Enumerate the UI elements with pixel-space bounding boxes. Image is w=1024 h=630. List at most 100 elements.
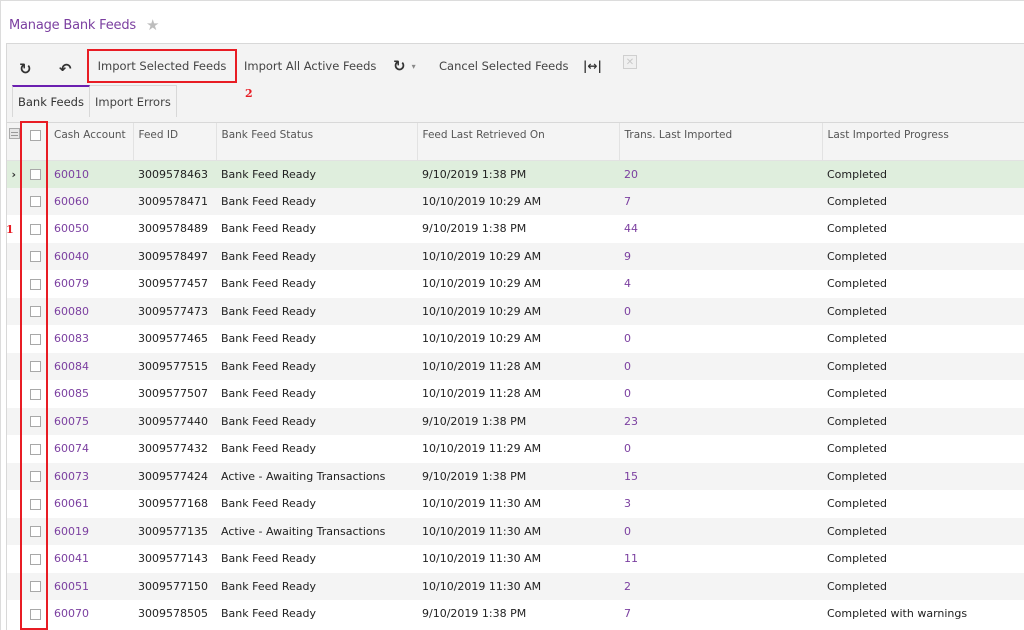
cash-account-link[interactable]: 60019 <box>54 525 89 538</box>
table-row[interactable]: 60061 3009577168 Bank Feed Ready 10/10/2019… <box>7 490 1024 518</box>
row-checkbox[interactable] <box>29 278 41 290</box>
trans-last-imported-link[interactable]: 44 <box>624 222 638 235</box>
row-checkbox[interactable] <box>29 553 41 565</box>
table-row[interactable]: 60051 3009577150 Bank Feed Ready 10/10/2019… <box>7 572 1024 600</box>
row-select-cell[interactable] <box>21 517 49 545</box>
table-row[interactable]: 60075 3009577440 Bank Feed Ready 9/10/2019 … <box>7 407 1024 435</box>
trans-last-imported-link[interactable]: 0 <box>624 442 631 455</box>
row-select-cell[interactable] <box>21 380 49 408</box>
trans-last-imported-cell[interactable]: 0 <box>619 352 822 380</box>
row-checkbox[interactable] <box>29 581 41 593</box>
trans-last-imported-link[interactable]: 7 <box>624 195 631 208</box>
trans-last-imported-link[interactable]: 9 <box>624 250 631 263</box>
cash-account-link[interactable]: 60041 <box>54 552 89 565</box>
trans-last-imported-cell[interactable]: 4 <box>619 270 822 298</box>
row-checkbox[interactable] <box>29 251 41 263</box>
row-select-cell[interactable] <box>21 160 49 188</box>
row-select-cell[interactable] <box>21 462 49 490</box>
trans-last-imported-cell[interactable]: 44 <box>619 215 822 243</box>
trans-last-imported-cell[interactable]: 15 <box>619 462 822 490</box>
cash-account-cell[interactable]: 60050 <box>49 215 133 243</box>
cash-account-cell[interactable]: 60040 <box>49 242 133 270</box>
trans-last-imported-link[interactable]: 0 <box>624 305 631 318</box>
cash-account-link[interactable]: 60083 <box>54 332 89 345</box>
table-row[interactable]: 60073 3009577424 Active - Awaiting Transac… <box>7 462 1024 490</box>
trans-last-imported-cell[interactable]: 2 <box>619 572 822 600</box>
row-checkbox[interactable] <box>29 416 41 428</box>
row-select-cell[interactable] <box>21 187 49 215</box>
cash-account-link[interactable]: 60040 <box>54 250 89 263</box>
row-checkbox[interactable] <box>29 526 41 538</box>
table-row[interactable]: › 60010 3009578463 Bank Feed Ready 9/10/2019… <box>7 160 1024 188</box>
cash-account-cell[interactable]: 60079 <box>49 270 133 298</box>
trans-last-imported-cell[interactable]: 0 <box>619 435 822 463</box>
row-settings-header[interactable] <box>7 123 22 161</box>
trans-last-imported-link[interactable]: 2 <box>624 580 631 593</box>
trans-last-imported-link[interactable]: 0 <box>624 360 631 373</box>
trans-last-imported-link[interactable]: 15 <box>624 470 638 483</box>
row-checkbox[interactable] <box>29 169 41 180</box>
tab-bank-feeds[interactable]: Bank Feeds <box>12 85 90 117</box>
cash-account-link[interactable]: 60060 <box>54 195 89 208</box>
row-select-cell[interactable] <box>21 545 49 573</box>
grid-settings-icon[interactable] <box>9 128 20 139</box>
cash-account-cell[interactable]: 60019 <box>49 517 133 545</box>
cash-account-cell[interactable]: 60073 <box>49 462 133 490</box>
cash-account-link[interactable]: 60050 <box>54 222 89 235</box>
row-select-cell[interactable] <box>21 325 49 353</box>
row-checkbox[interactable] <box>29 306 41 318</box>
trans-last-imported-cell[interactable]: 0 <box>619 517 822 545</box>
row-checkbox[interactable] <box>29 443 41 455</box>
trans-last-imported-cell[interactable]: 23 <box>619 407 822 435</box>
table-row[interactable]: 60070 3009578505 Bank Feed Ready 9/10/2019 … <box>7 600 1024 628</box>
row-checkbox[interactable] <box>29 498 41 510</box>
row-checkbox[interactable] <box>29 361 41 373</box>
import-all-active-feeds-button[interactable]: Import All Active Feeds <box>244 51 376 81</box>
cash-account-cell[interactable]: 60051 <box>49 572 133 600</box>
trans-last-imported-cell[interactable]: 0 <box>619 380 822 408</box>
select-all-header[interactable] <box>21 123 49 161</box>
cash-account-cell[interactable]: 60041 <box>49 545 133 573</box>
row-select-cell[interactable] <box>21 297 49 325</box>
trans-last-imported-cell[interactable]: 20 <box>619 160 822 188</box>
trans-last-imported-link[interactable]: 4 <box>624 277 631 290</box>
row-select-cell[interactable] <box>21 572 49 600</box>
row-select-cell[interactable] <box>21 352 49 380</box>
tab-import-errors[interactable]: Import Errors <box>89 85 177 117</box>
cash-account-link[interactable]: 60074 <box>54 442 89 455</box>
cash-account-link[interactable]: 60070 <box>54 607 89 620</box>
table-row[interactable]: 60083 3009577465 Bank Feed Ready 10/10/2019… <box>7 325 1024 353</box>
row-checkbox[interactable] <box>29 608 41 620</box>
cash-account-link[interactable]: 60051 <box>54 580 89 593</box>
cash-account-cell[interactable]: 60085 <box>49 380 133 408</box>
table-row[interactable]: 60041 3009577143 Bank Feed Ready 10/10/2019… <box>7 545 1024 573</box>
table-row[interactable]: 60040 3009578497 Bank Feed Ready 10/10/2019… <box>7 242 1024 270</box>
row-select-cell[interactable] <box>21 490 49 518</box>
trans-last-imported-cell[interactable]: 7 <box>619 600 822 628</box>
column-header-last-imported-progress[interactable]: Last Imported Progress <box>822 123 1024 161</box>
row-select-cell[interactable] <box>21 407 49 435</box>
column-header-feed-id[interactable]: Feed ID <box>133 123 217 161</box>
select-all-checkbox[interactable] <box>29 129 41 141</box>
table-row[interactable]: 60084 3009577515 Bank Feed Ready 10/10/2019… <box>7 352 1024 380</box>
column-header-feed-last-retrieved-on[interactable]: Feed Last Retrieved On <box>417 123 620 161</box>
cash-account-link[interactable]: 60061 <box>54 497 89 510</box>
import-selected-feeds-button[interactable]: Import Selected Feeds <box>87 49 237 83</box>
table-row[interactable]: 60019 3009577135 Active - Awaiting Transac… <box>7 517 1024 545</box>
export-excel-button[interactable]: ✕ <box>623 55 637 69</box>
cash-account-link[interactable]: 60073 <box>54 470 89 483</box>
column-header-trans-last-imported[interactable]: Trans. Last Imported <box>619 123 823 161</box>
cash-account-link[interactable]: 60079 <box>54 277 89 290</box>
trans-last-imported-link[interactable]: 0 <box>624 525 631 538</box>
cash-account-cell[interactable]: 60061 <box>49 490 133 518</box>
cash-account-link[interactable]: 60080 <box>54 305 89 318</box>
trans-last-imported-link[interactable]: 3 <box>624 497 631 510</box>
column-header-cash-account[interactable]: Cash Account <box>49 123 134 161</box>
cash-account-cell[interactable]: 60075 <box>49 407 133 435</box>
table-row[interactable]: 60085 3009577507 Bank Feed Ready 10/10/2019… <box>7 380 1024 408</box>
cash-account-cell[interactable]: 60080 <box>49 297 133 325</box>
table-row[interactable]: 60080 3009577473 Bank Feed Ready 10/10/2019… <box>7 297 1024 325</box>
undo-button[interactable]: ↶ <box>59 54 72 84</box>
trans-last-imported-link[interactable]: 11 <box>624 552 638 565</box>
table-row[interactable]: 60079 3009577457 Bank Feed Ready 10/10/2019… <box>7 270 1024 298</box>
